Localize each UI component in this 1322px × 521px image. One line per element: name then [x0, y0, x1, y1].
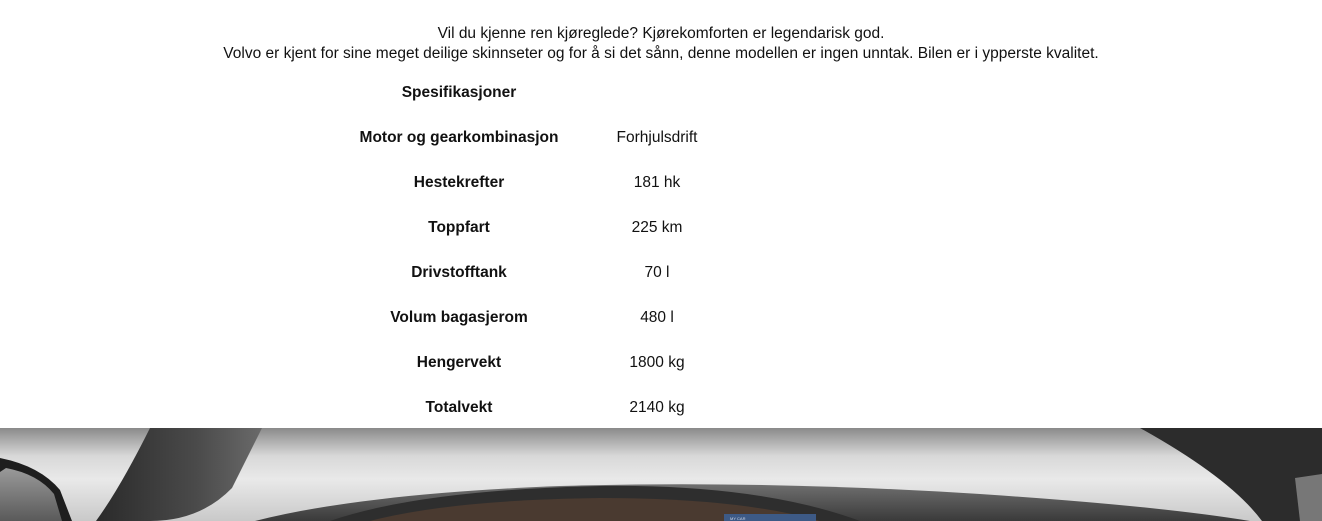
spec-row: Toppfart 225 km: [340, 205, 736, 250]
spec-value: 1800 kg: [629, 353, 685, 371]
spec-label: Toppfart: [428, 218, 490, 236]
spec-label: Drivstofftank: [411, 263, 507, 281]
dashboard-illustration: MY CAR: [0, 428, 1322, 521]
spec-value: 480 l: [640, 308, 674, 326]
spec-value: Forhjulsdrift: [616, 128, 698, 146]
spec-row: Volum bagasjerom 480 l: [340, 295, 736, 340]
spec-value: 2140 kg: [629, 398, 685, 416]
center-display-label: MY CAR: [730, 516, 746, 521]
spec-label: Hestekrefter: [413, 173, 505, 191]
spec-label: Hengervekt: [416, 353, 502, 371]
car-interior-image: MY CAR: [0, 428, 1322, 521]
spec-label: Motor og gearkombinasjon: [359, 128, 559, 146]
spec-value: 181 hk: [633, 173, 681, 191]
spec-value: 70 l: [644, 263, 670, 281]
spec-row: Totalvekt 2140 kg: [340, 385, 736, 430]
spec-row: Hestekrefter 181 hk: [340, 160, 736, 205]
intro-line-1: Vil du kjenne ren kjøreglede? Kjørekomfo…: [437, 25, 885, 42]
spec-label: Totalvekt: [425, 398, 493, 416]
specifications-heading: Spesifikasjoner: [401, 83, 517, 101]
spec-row: Hengervekt 1800 kg: [340, 340, 736, 385]
spec-label: Volum bagasjerom: [390, 308, 528, 326]
specifications-heading-row: Spesifikasjoner: [340, 70, 736, 115]
spec-row: Drivstofftank 70 l: [340, 250, 736, 295]
spec-row: Motor og gearkombinasjon Forhjulsdrift: [340, 115, 736, 160]
specifications-table: Spesifikasjoner Motor og gearkombinasjon…: [340, 70, 736, 430]
spec-value: 225 km: [631, 218, 683, 236]
intro-text: Vil du kjenne ren kjøreglede? Kjørekomfo…: [0, 24, 1322, 64]
intro-line-2: Volvo er kjent for sine meget deilige sk…: [223, 45, 1099, 62]
